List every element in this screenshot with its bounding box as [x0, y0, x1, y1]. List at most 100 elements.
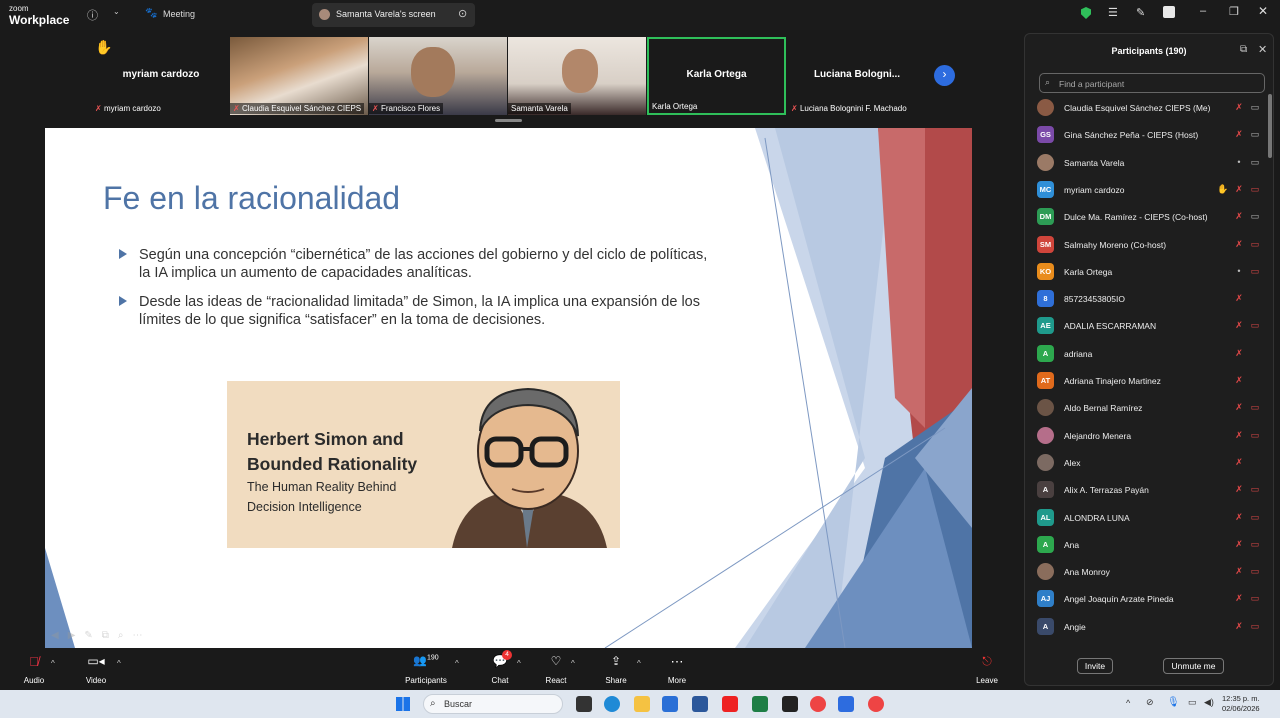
zoom-icon[interactable] — [838, 696, 854, 712]
participant-row[interactable]: A Alix A. Terrazas Payán ✗ ▭ — [1037, 480, 1267, 500]
video-camera-icon[interactable]: ▭ — [1250, 566, 1260, 577]
video-tile[interactable]: Luciana Bologni... ✗ Luciana Bolognini F… — [788, 37, 926, 115]
next-page-button[interactable]: › — [934, 65, 955, 86]
muted-mic-icon[interactable]: ✗ — [1234, 348, 1244, 359]
chevron-up-icon[interactable]: ^ — [1126, 698, 1130, 708]
muted-mic-icon[interactable]: ✗ — [1234, 320, 1244, 331]
muted-mic-icon[interactable]: ✗ — [1234, 539, 1244, 550]
network-icon[interactable]: ⊘ — [1146, 697, 1154, 708]
chevron-up-icon[interactable]: ^ — [117, 659, 121, 668]
video-tile[interactable]: Samanta Varela — [508, 37, 646, 115]
excel-icon[interactable] — [752, 696, 768, 712]
participant-row[interactable]: KO Karla Ortega • ▭ — [1037, 262, 1267, 282]
task-view-icon[interactable] — [576, 696, 592, 712]
muted-mic-icon[interactable]: ✗ — [1234, 293, 1244, 304]
leave-button[interactable]: ⎋ Leave — [973, 654, 1001, 685]
muted-mic-icon[interactable]: ✗ — [1234, 375, 1244, 386]
video-tile[interactable]: ✗ Claudia Esquivel Sánchez CIEPS — [230, 37, 368, 115]
participant-row[interactable]: AE ADALIA ESCARRAMAN ✗ ▭ — [1037, 316, 1267, 336]
muted-mic-icon[interactable]: ✗ — [1234, 402, 1244, 413]
mic-icon[interactable]: • — [1234, 157, 1244, 168]
close-icon[interactable]: ✕ — [1258, 43, 1267, 56]
video-camera-icon[interactable]: ▭ — [1250, 512, 1260, 523]
notes-icon[interactable]: ☰ — [1108, 6, 1118, 19]
strip-resize-handle[interactable] — [495, 119, 522, 122]
more-options-icon[interactable]: ⊙ — [458, 7, 467, 20]
video-camera-icon[interactable]: ▭ — [1250, 157, 1260, 168]
video-camera-icon[interactable]: ▭ — [1250, 320, 1260, 331]
muted-mic-icon[interactable]: ✗ — [1234, 211, 1244, 222]
video-button[interactable]: ▭◂ Video — [82, 654, 110, 685]
participants-button[interactable]: 👥190 Participants — [402, 654, 450, 685]
windows-start-icon[interactable] — [396, 697, 410, 711]
participant-row[interactable]: MC myriam cardozo ✋ ✗ ▭ — [1037, 180, 1267, 200]
video-camera-icon[interactable]: ▭ — [1250, 239, 1260, 250]
video-camera-icon[interactable]: ▭ — [1250, 430, 1260, 441]
word-icon[interactable] — [692, 696, 708, 712]
chevron-down-icon[interactable]: ⌄ — [113, 7, 120, 16]
chevron-up-icon[interactable]: ^ — [455, 659, 459, 668]
muted-mic-icon[interactable]: ✗ — [1234, 484, 1244, 495]
participant-row[interactable]: Alex ✗ — [1037, 453, 1267, 473]
search-input[interactable]: ⌕ Find a participant — [1039, 73, 1265, 93]
chrome-icon[interactable] — [868, 696, 884, 712]
apps-icon[interactable] — [1163, 6, 1175, 18]
share-button[interactable]: ⇪ Share — [602, 654, 630, 685]
video-camera-icon[interactable]: ▭ — [1250, 102, 1260, 113]
chevron-up-icon[interactable]: ^ — [517, 659, 521, 668]
muted-mic-icon[interactable]: ✗ — [1234, 102, 1244, 113]
app-icon[interactable] — [782, 696, 798, 712]
meeting-label[interactable]: Meeting — [163, 9, 195, 19]
chrome-icon[interactable] — [810, 696, 826, 712]
youtube-icon[interactable] — [722, 696, 738, 712]
participant-row[interactable]: A Ana ✗ ▭ — [1037, 535, 1267, 555]
invite-button[interactable]: Invite — [1077, 658, 1113, 674]
video-camera-icon[interactable]: ▭ — [1250, 266, 1260, 277]
video-camera-icon[interactable]: ▭ — [1250, 621, 1260, 632]
display-icon[interactable]: ▭ — [1188, 697, 1197, 708]
participant-row[interactable]: Samanta Varela • ▭ — [1037, 153, 1267, 173]
video-tile-active-speaker[interactable]: Karla Ortega Karla Ortega — [647, 37, 786, 115]
participant-row[interactable]: DM Dulce Ma. Ramírez - CIEPS (Co-host) ✗ ▭ — [1037, 207, 1267, 227]
clock[interactable]: 12:35 p. m. 02/06/2026 — [1222, 694, 1260, 714]
participant-row[interactable]: AT Adriana Tinajero Martinez ✗ — [1037, 371, 1267, 391]
participant-row[interactable]: SM Salmahy Moreno (Co-host) ✗ ▭ — [1037, 235, 1267, 255]
popout-icon[interactable]: ⧉ — [1240, 44, 1247, 55]
video-camera-icon[interactable]: ▭ — [1250, 129, 1260, 140]
video-camera-icon[interactable]: ▭ — [1250, 484, 1260, 495]
muted-mic-icon[interactable]: ✗ — [1234, 184, 1244, 195]
chevron-up-icon[interactable]: ^ — [637, 659, 641, 668]
participant-row[interactable]: Claudia Esquivel Sánchez CIEPS (Me) ✗ ▭ — [1037, 98, 1267, 118]
mic-icon[interactable]: • — [1234, 266, 1244, 277]
video-camera-icon[interactable]: ▭ — [1250, 402, 1260, 413]
muted-mic-icon[interactable]: ✗ — [1234, 129, 1244, 140]
participant-row[interactable]: Alejandro Menera ✗ ▭ — [1037, 426, 1267, 446]
muted-mic-icon[interactable]: ✗ — [1234, 239, 1244, 250]
unmute-me-button[interactable]: Unmute me — [1163, 658, 1224, 674]
close-icon[interactable]: ✕ — [1258, 4, 1268, 18]
video-camera-icon[interactable]: ▭ — [1250, 211, 1260, 222]
muted-mic-icon[interactable]: ✗ — [1234, 621, 1244, 632]
shield-icon[interactable] — [1081, 7, 1091, 19]
participant-row[interactable]: AJ Angel Joaquín Arzate Pineda ✗ ▭ — [1037, 589, 1267, 609]
more-button[interactable]: ⋯ More — [663, 654, 691, 685]
chevron-up-icon[interactable]: ^ — [571, 659, 575, 668]
muted-mic-icon[interactable]: ✗ — [1234, 430, 1244, 441]
participant-row[interactable]: Aldo Bernal Ramírez ✗ ▭ — [1037, 398, 1267, 418]
participant-row[interactable]: A Angie ✗ ▭ — [1037, 617, 1267, 637]
video-camera-icon[interactable]: ▭ — [1250, 184, 1260, 195]
pencil-icon[interactable]: ✎ — [1136, 6, 1145, 19]
volume-icon[interactable]: ◀) — [1204, 697, 1214, 708]
video-camera-icon[interactable]: ▭ — [1250, 593, 1260, 604]
participant-row[interactable]: 8 85723453805IO ✗ — [1037, 289, 1267, 309]
mic-icon[interactable]: 🎙 — [1167, 697, 1180, 708]
video-camera-icon[interactable]: ▭ — [1250, 539, 1260, 550]
edge-icon[interactable] — [604, 696, 620, 712]
chat-button[interactable]: 💬 4 Chat — [488, 650, 512, 685]
video-tile[interactable]: ✋ myriam cardozo ✗ myriam cardozo — [92, 37, 230, 115]
chevron-up-icon[interactable]: ^ — [51, 659, 55, 668]
screen-share-tab[interactable]: Samanta Varela's screen ⊙ — [312, 3, 475, 27]
restore-icon[interactable]: ❐ — [1229, 5, 1239, 18]
audio-button[interactable]: 🎙̸ Audio — [20, 654, 48, 685]
participant-row[interactable]: Ana Monroy ✗ ▭ — [1037, 562, 1267, 582]
